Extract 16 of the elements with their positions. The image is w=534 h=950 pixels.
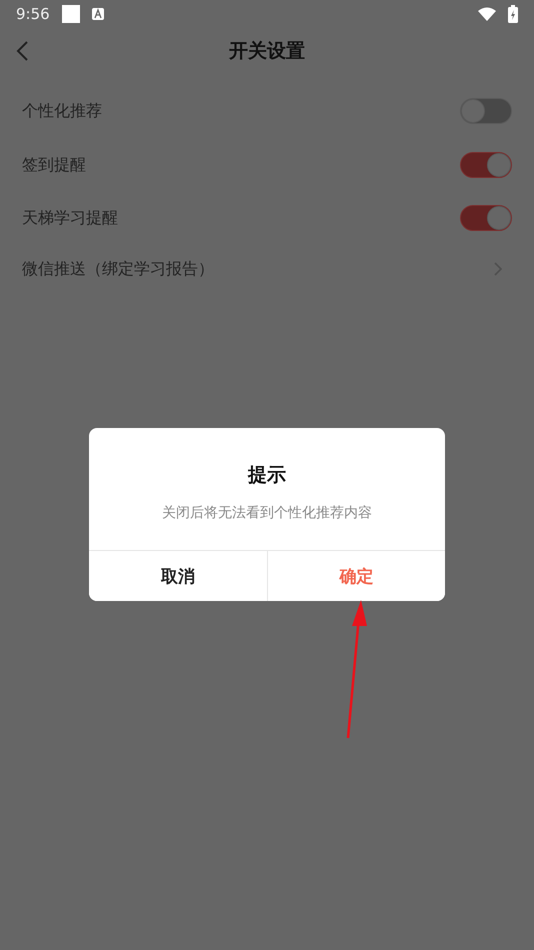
toggle-switch[interactable] [460, 152, 512, 178]
dialog-title: 提示 [246, 463, 287, 488]
setting-label: 个性化推荐 [22, 100, 102, 122]
setting-label: 签到提醒 [22, 154, 86, 176]
battery-icon [508, 5, 518, 23]
wifi-icon [478, 7, 496, 21]
dialog-message: 关闭后将无法看到个性化推荐内容 [161, 504, 373, 522]
notification-icon [92, 8, 104, 20]
toggle-switch[interactable] [460, 98, 512, 124]
back-icon[interactable] [16, 41, 30, 61]
notification-icon [62, 5, 80, 23]
toggle-switch[interactable] [460, 205, 512, 231]
setting-label: 微信推送（绑定学习报告） [22, 258, 214, 280]
status-time: 9:56 [16, 5, 50, 23]
setting-label: 天梯学习提醒 [22, 208, 118, 228]
page-title: 开关设置 [229, 39, 305, 64]
